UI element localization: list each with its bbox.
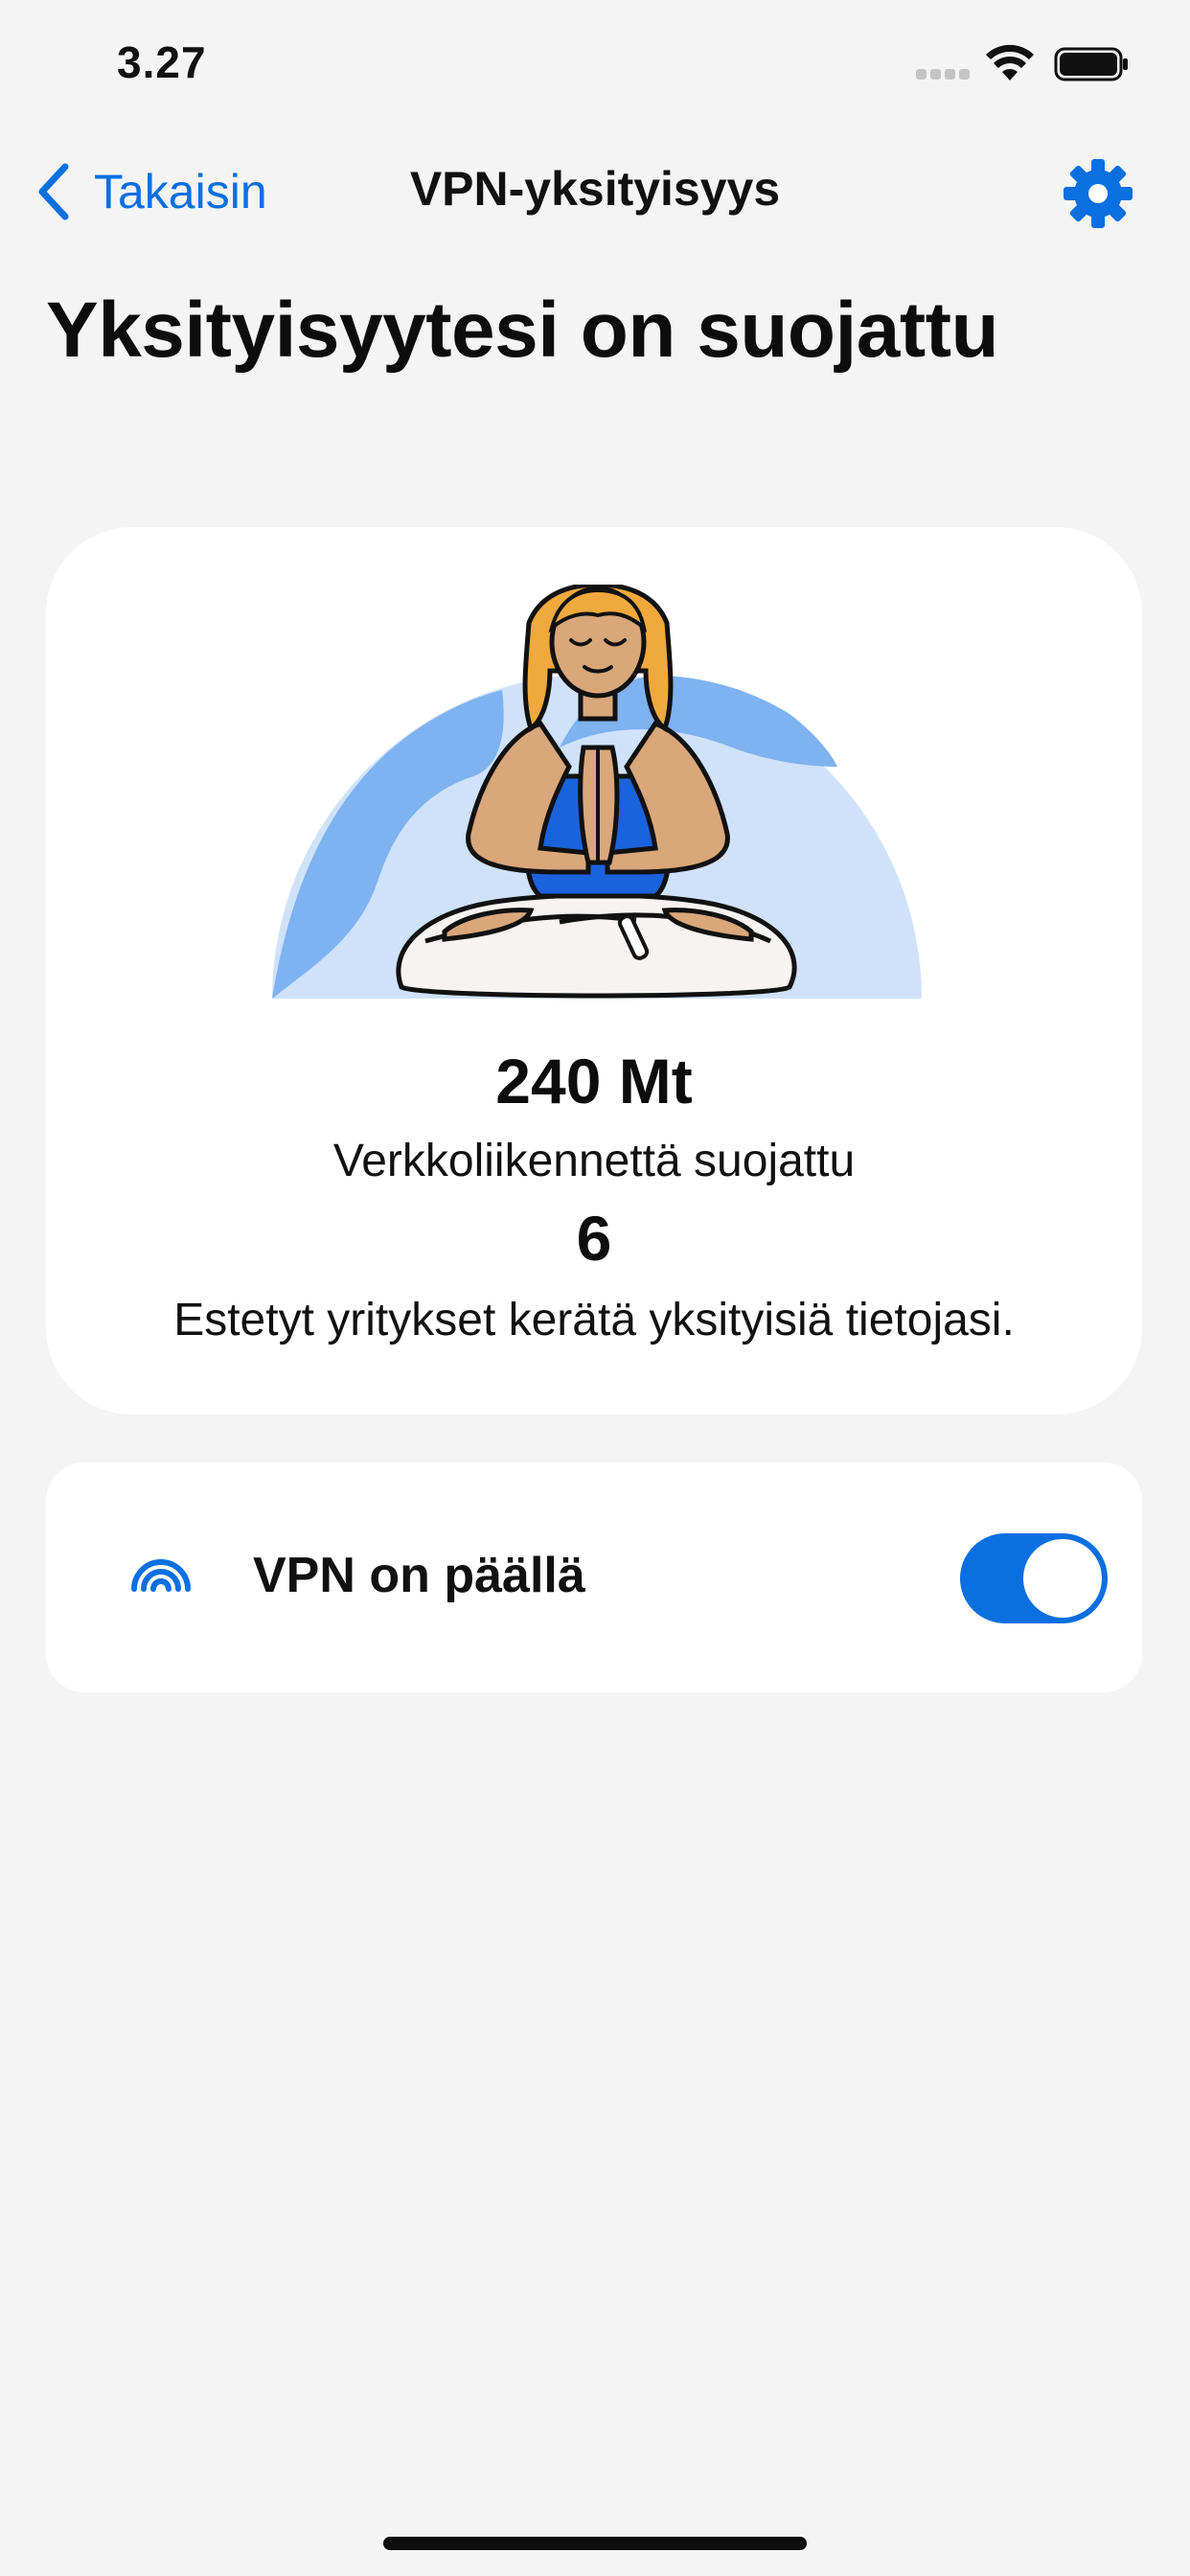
- protection-stats-card: 240 Mt Verkkoliikennettä suojattu 6 Este…: [46, 527, 1142, 1414]
- home-indicator: [383, 2537, 807, 2550]
- meditating-person-illustration: [272, 585, 922, 999]
- blocked-attempts-value: 6: [576, 1203, 612, 1274]
- vpn-status-label: VPN on päällä: [253, 1548, 585, 1603]
- navigation-bar: Takaisin VPN-yksityisyys: [0, 144, 1190, 240]
- vpn-status-card: VPN on päällä: [46, 1462, 1142, 1692]
- gear-icon[interactable]: [1062, 157, 1134, 230]
- protected-data-label: Verkkoliikennettä suojattu: [332, 1136, 856, 1186]
- status-bar: 3.27: [0, 0, 1190, 134]
- nav-title: VPN-yksityisyys: [409, 162, 781, 216]
- cellular-signal-icon: [916, 69, 970, 80]
- vpn-signal-icon: [131, 1559, 191, 1592]
- status-time: 3.27: [117, 37, 207, 87]
- vpn-toggle-knob: [1023, 1539, 1102, 1618]
- vpn-toggle[interactable]: [960, 1533, 1108, 1623]
- protected-data-value: 240 Mt: [495, 1046, 693, 1116]
- battery-icon: [1054, 47, 1128, 81]
- page-title: Yksityisyytesi on suojattu: [46, 287, 999, 374]
- wifi-icon: [986, 44, 1034, 80]
- blocked-attempts-label: Estetyt yritykset kerätä yksityisiä tiet…: [173, 1295, 1015, 1346]
